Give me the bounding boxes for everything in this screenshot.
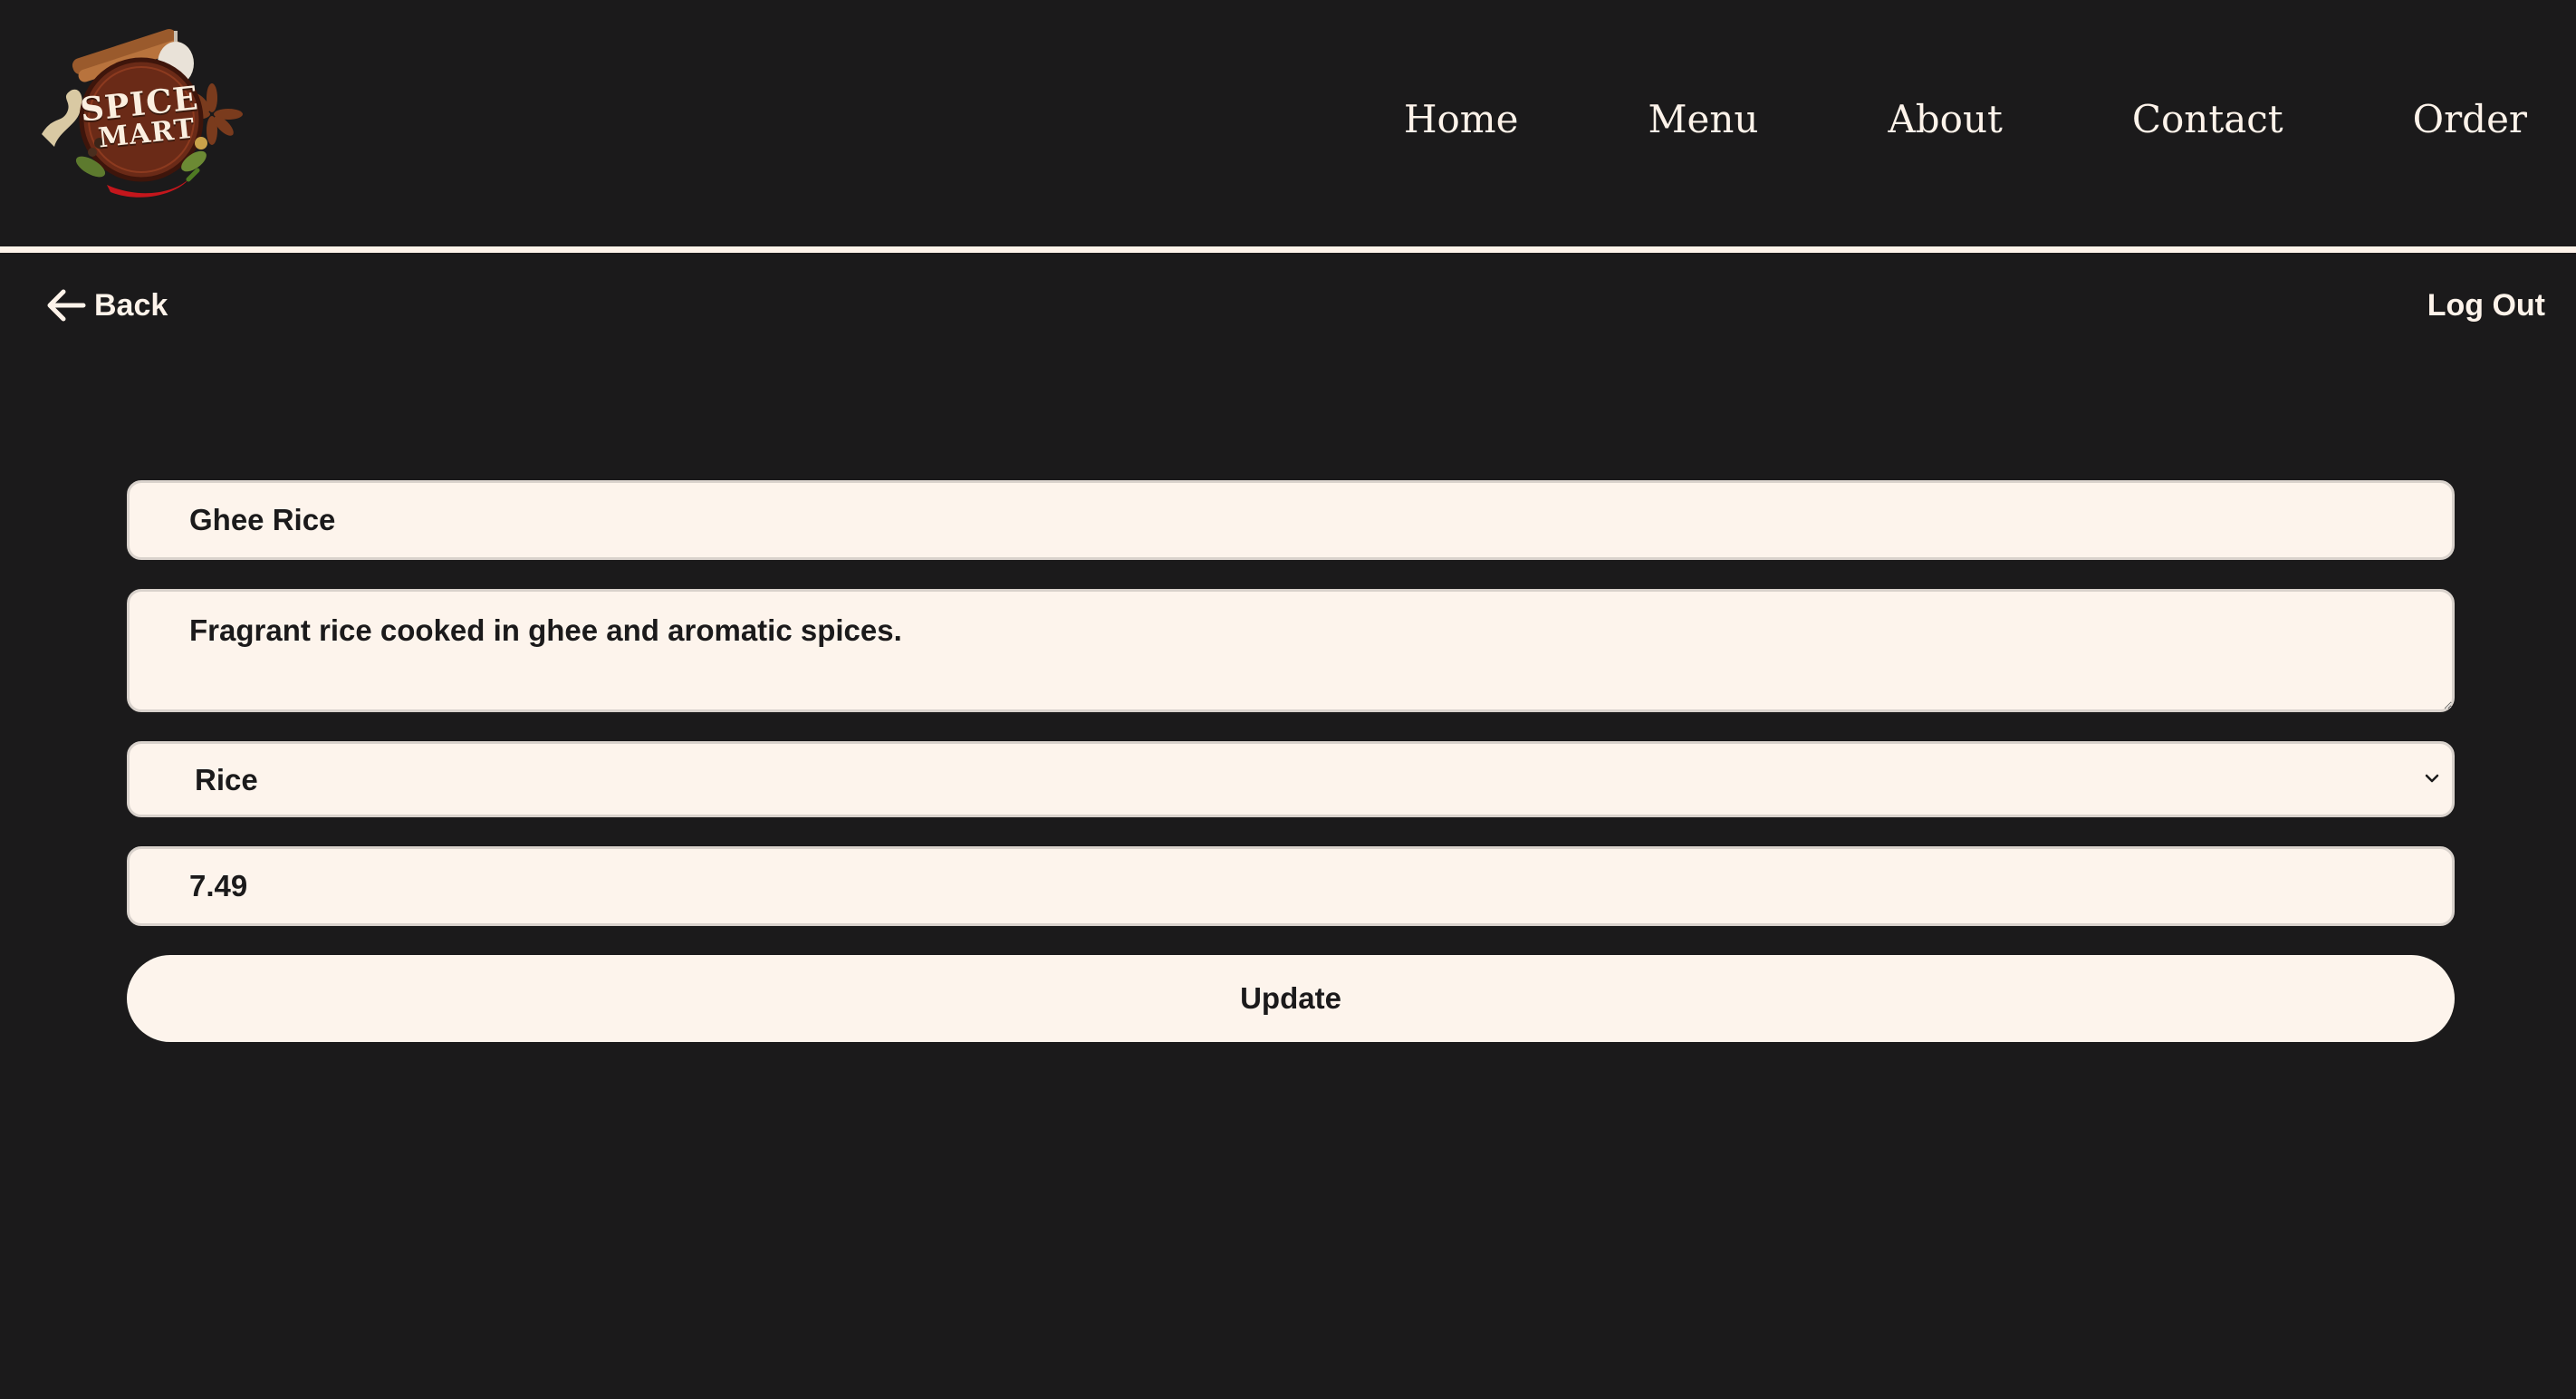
nav-contact-link[interactable]: Contact	[2132, 94, 2283, 145]
nav-order-link[interactable]: Order	[2413, 94, 2527, 145]
logout-button[interactable]: Log Out	[2427, 288, 2545, 323]
category-select[interactable]: Rice	[127, 741, 2455, 817]
nav-menu-link[interactable]: Menu	[1648, 94, 1758, 145]
nav-about-link[interactable]: About	[1888, 94, 2002, 145]
edit-menu-item-form: Fragrant rice cooked in ghee and aromati…	[127, 480, 2455, 1042]
nav-home-link[interactable]: Home	[1404, 94, 1519, 145]
arrow-left-icon	[47, 289, 86, 322]
back-label: Back	[94, 287, 168, 323]
page: SPICE MART Home Menu About Contact Order…	[0, 0, 2576, 1399]
site-header: SPICE MART Home Menu About Contact Order	[0, 0, 2576, 245]
category-select-wrapper: Rice	[127, 741, 2455, 817]
item-price-input[interactable]	[127, 846, 2455, 926]
header-divider	[0, 246, 2576, 253]
item-name-input[interactable]	[127, 480, 2455, 560]
update-button[interactable]: Update	[127, 955, 2455, 1042]
main-nav: Home Menu About Contact Order	[1404, 94, 2527, 145]
spice-mart-logo[interactable]: SPICE MART	[34, 25, 245, 203]
back-button[interactable]: Back	[43, 283, 168, 328]
item-description-textarea[interactable]: Fragrant rice cooked in ghee and aromati…	[127, 589, 2455, 712]
